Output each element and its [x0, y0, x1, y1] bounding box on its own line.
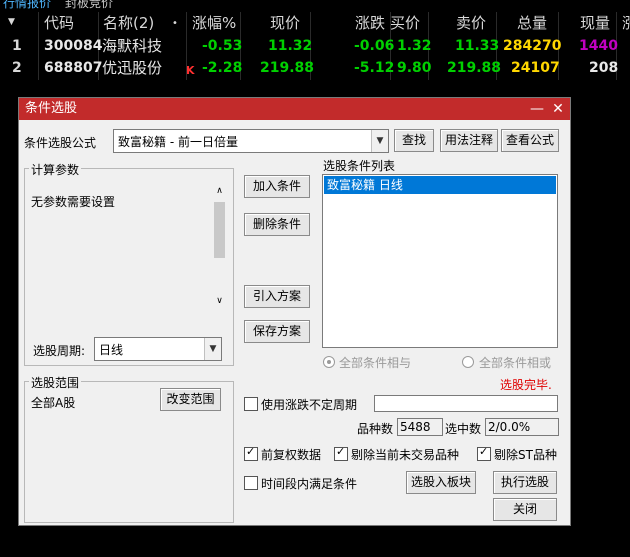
minimize-icon[interactable]: —: [526, 98, 548, 120]
condition-list[interactable]: 致富秘籍 日线: [322, 174, 558, 348]
exclude-untraded-label: 剔除当前未交易品种: [351, 448, 460, 462]
stock-screener-dialog: 条件选股 — ✕ 条件选股公式 致富秘籍 - 前一日倍量 ▼ 查找 用法注释 查…: [18, 97, 571, 526]
list-item[interactable]: 致富秘籍 日线: [324, 176, 556, 194]
radio-and-label: 全部条件相与: [339, 356, 412, 370]
chevron-down-icon[interactable]: ▼: [204, 338, 221, 360]
row-price: 219.88: [260, 60, 315, 76]
params-group-label: 计算参数: [29, 161, 82, 178]
time-condition-checkbox[interactable]: [244, 476, 258, 490]
row-code: 300084: [44, 38, 103, 54]
row-pct: -2.28: [202, 60, 243, 76]
uncertain-period-checkbox[interactable]: [244, 397, 258, 411]
tab-limit-auction[interactable]: 封板竞价: [62, 0, 116, 11]
period-value: 日线: [99, 343, 124, 357]
header-change[interactable]: 涨跌: [355, 12, 385, 35]
usage-note-button[interactable]: 用法注释: [440, 129, 498, 152]
count-label: 品种数: [357, 422, 394, 436]
radio-or[interactable]: [462, 356, 474, 368]
row-index: 2: [12, 60, 22, 76]
tab-quotes[interactable]: 行情报价: [0, 0, 54, 11]
delete-condition-button[interactable]: 删除条件: [244, 213, 310, 236]
row-cur-volume: 208: [589, 60, 619, 76]
uncertain-period-input[interactable]: [374, 395, 558, 412]
selected-value: 2/0.0%: [485, 418, 559, 436]
find-button[interactable]: 查找: [394, 129, 434, 152]
chevron-down-icon[interactable]: ▼: [371, 130, 388, 152]
range-group-label: 选股范围: [29, 374, 82, 391]
quote-table-header: ▼ 代码 名称(2) • 涨幅% 现价 涨跌 买价 卖价 总量 现量 涨: [0, 12, 630, 35]
header-bid[interactable]: 买价: [390, 12, 420, 35]
header-price[interactable]: 现价: [270, 12, 300, 35]
exclude-untraded-checkbox[interactable]: [334, 445, 348, 461]
row-ask: 11.33: [455, 38, 500, 54]
formula-select[interactable]: 致富秘籍 - 前一日倍量 ▼: [113, 129, 389, 153]
top-tab-bar: 行情报价 封板竞价: [0, 0, 630, 11]
header-pct[interactable]: 涨幅%: [192, 12, 236, 35]
import-plan-button[interactable]: 引入方案: [244, 285, 310, 308]
fq-label: 前复权数据: [261, 448, 322, 462]
radio-and[interactable]: [323, 356, 335, 368]
row-name: 海默科技: [102, 37, 163, 55]
condition-list-label: 选股条件列表: [323, 159, 396, 173]
row-volume: 24107: [511, 60, 560, 76]
status-text: 选股完毕.: [500, 378, 552, 392]
row-ask: 219.88: [447, 60, 502, 76]
row-price: 11.32: [268, 38, 313, 54]
table-row[interactable]: 2 688807 优迅股份 K -2.28 219.88 -5.12 9.80 …: [0, 57, 630, 80]
header-volume[interactable]: 总量: [517, 12, 547, 35]
count-value: 5488: [397, 418, 443, 436]
row-cur-volume: 1440: [579, 38, 618, 54]
formula-label: 条件选股公式: [24, 136, 97, 150]
fq-checkbox[interactable]: [244, 445, 258, 461]
scroll-thumb[interactable]: [214, 202, 225, 258]
sort-arrow-icon[interactable]: ▼: [8, 11, 15, 34]
row-change: -5.12: [354, 60, 395, 76]
row-bid: 1.32: [397, 38, 432, 54]
dialog-title-bar[interactable]: 条件选股 — ✕: [19, 98, 570, 120]
selected-label: 选中数: [445, 422, 482, 436]
k-mark-icon: K: [186, 64, 195, 77]
header-name[interactable]: 名称(2): [103, 12, 154, 35]
close-button[interactable]: 关闭: [493, 498, 557, 521]
exclude-st-checkbox[interactable]: [477, 445, 491, 461]
table-row[interactable]: 1 300084 海默科技 -0.53 11.32 -0.06 1.32 11.…: [0, 35, 630, 58]
range-value: 全部A股: [31, 396, 76, 410]
row-bid: 9.80: [397, 60, 432, 76]
row-pct: -0.53: [202, 38, 243, 54]
header-code[interactable]: 代码: [44, 12, 74, 35]
row-index: 1: [12, 38, 22, 54]
header-ask[interactable]: 卖价: [456, 12, 486, 35]
add-to-block-button[interactable]: 选股入板块: [406, 471, 476, 494]
dialog-title: 条件选股: [25, 101, 78, 116]
radio-or-label: 全部条件相或: [479, 356, 552, 370]
scroll-down-icon[interactable]: ∨: [214, 296, 225, 310]
formula-value: 致富秘籍 - 前一日倍量: [118, 135, 238, 149]
header-cur-volume[interactable]: 现量: [580, 12, 610, 35]
uncertain-period-label: 使用涨跌不定周期: [261, 398, 358, 412]
time-condition-label: 时间段内满足条件: [261, 477, 358, 491]
header-more[interactable]: 涨: [622, 12, 630, 35]
period-label: 选股周期:: [33, 344, 86, 358]
save-plan-button[interactable]: 保存方案: [244, 320, 310, 343]
params-text: 无参数需要设置: [31, 195, 116, 209]
run-screen-button[interactable]: 执行选股: [493, 471, 557, 494]
exclude-st-label: 剔除ST品种: [494, 448, 557, 462]
params-scrollbar[interactable]: ∧ ∨: [212, 186, 227, 310]
view-formula-button[interactable]: 查看公式: [501, 129, 559, 152]
change-range-button[interactable]: 改变范围: [160, 388, 221, 411]
period-select[interactable]: 日线 ▼: [94, 337, 222, 361]
row-code: 688807: [44, 60, 103, 76]
close-icon[interactable]: ✕: [547, 98, 569, 120]
header-flag[interactable]: •: [172, 12, 178, 35]
row-volume: 284270: [503, 38, 562, 54]
row-change: -0.06: [354, 38, 395, 54]
add-condition-button[interactable]: 加入条件: [244, 175, 310, 198]
scroll-up-icon[interactable]: ∧: [214, 186, 225, 200]
row-name: 优迅股份: [102, 59, 163, 77]
